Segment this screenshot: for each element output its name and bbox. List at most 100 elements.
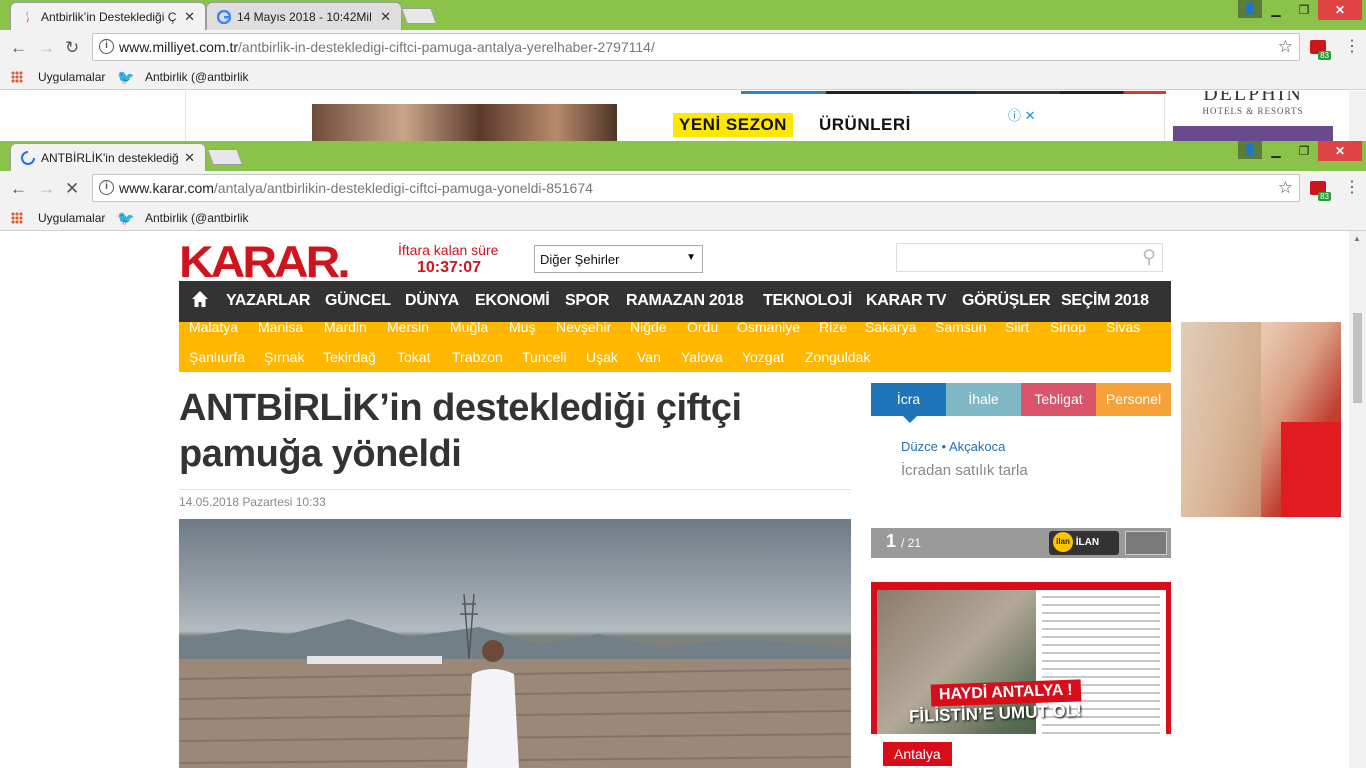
city-link[interactable]: Sinop [1050,322,1086,335]
city-link[interactable]: Samsun [935,322,986,335]
tab-tebligat[interactable]: Tebligat [1021,383,1096,416]
nav-yazarlar[interactable]: YAZARLAR [226,292,310,310]
city-link[interactable]: Yalova [681,349,723,365]
city-link[interactable]: Tunceli [522,349,567,365]
city-link[interactable]: Manisa [258,322,303,335]
nav-spor[interactable]: SPOR [565,292,609,310]
article-photo[interactable] [179,519,851,768]
city-link[interactable]: Tokat [397,349,430,365]
nav-teknoloji[interactable]: TEKNOLOJİ [763,292,852,310]
forward-arrow-icon[interactable]: → [38,38,55,58]
city-link[interactable]: Osmaniye [737,322,800,335]
nav-guncel[interactable]: GÜNCEL [325,292,391,310]
chrome-menu-icon[interactable]: ⋮ [1344,36,1360,56]
city-link[interactable]: Tekirdağ [323,349,376,365]
front-tab-karar[interactable]: ANTBİRLİK'in desteklediğ ✕ [10,143,206,171]
home-icon[interactable] [191,290,209,308]
bookmark-star-icon[interactable]: ☆ [1278,37,1293,57]
city-link[interactable]: Muş [509,322,535,335]
close-tab-icon[interactable]: ✕ [184,150,195,166]
restore-icon[interactable]: ❐ [1290,141,1318,161]
back-arrow-icon[interactable]: ← [10,179,27,199]
bik-logo-icon[interactable] [1125,531,1167,555]
ilan-title[interactable]: İcradan satılık tarla [901,462,1028,479]
chrome-menu-icon[interactable]: ⋮ [1344,177,1360,197]
back-tab-google[interactable]: 14 Mayıs 2018 - 10:42Mil ✕ [206,2,402,30]
bookmark-apps[interactable]: Uygulamalar [38,211,105,225]
ilan-gov-logo[interactable]: ilan İLAN GOV.TR [1049,531,1119,572]
city-select[interactable]: Diğer Şehirler ▼ [534,245,703,273]
new-tab-button[interactable] [401,8,437,24]
city-link[interactable]: Şırnak [264,349,304,365]
minimize-icon[interactable]: ▁ [1262,141,1290,161]
back-scrollbar[interactable] [1349,91,1366,141]
apps-grid-icon[interactable] [11,71,23,83]
scrollbar-thumb[interactable] [1353,313,1362,403]
antalya-tag[interactable]: Antalya [882,741,953,767]
bookmark-star-icon[interactable]: ☆ [1278,178,1293,198]
city-link[interactable]: Siirt [1005,322,1029,335]
stop-loading-icon[interactable]: ✕ [65,179,79,199]
city-link[interactable]: Nevşehir [556,322,611,335]
bookmark-antbirlik[interactable]: Antbirlik (@antbirlik [145,211,253,225]
apps-grid-icon[interactable] [11,212,23,224]
close-tab-icon[interactable]: ✕ [380,9,391,25]
page-scrollbar[interactable]: ▲ [1349,231,1366,768]
nav-gorusler[interactable]: GÖRÜŞLER [962,292,1051,310]
site-info-icon[interactable]: i [99,39,114,54]
address-bar[interactable]: i www.karar.com/antalya/antbirlikin-dest… [92,174,1300,202]
forward-arrow-icon[interactable]: → [38,179,55,199]
bookmark-antbirlik[interactable]: Antbirlik (@antbirlik [145,70,253,84]
back-tab-milliyet[interactable]: Antbirlik’in Desteklediği Ç ✕ [10,2,206,30]
ad-banner[interactable]: YENİ SEZON ÜRÜNLERİ ⓘ ✕ [185,91,1166,141]
city-link[interactable]: Sakarya [865,322,916,335]
extension-icon[interactable]: 83 [1309,38,1331,60]
city-link[interactable]: Şanlıurfa [189,349,245,365]
city-link[interactable]: Trabzon [452,349,503,365]
city-link[interactable]: Rize [819,322,847,335]
city-link[interactable]: Zonguldak [805,349,870,365]
restore-icon[interactable]: ❐ [1290,0,1318,20]
profile-icon[interactable]: 👤 [1238,141,1262,159]
extension-icon[interactable]: 83 [1309,179,1331,201]
nav-karar-tv[interactable]: KARAR TV [866,292,947,310]
city-link[interactable]: Yozgat [742,349,784,365]
city-link[interactable]: Muğla [450,322,488,335]
nav-secim[interactable]: SEÇİM 2018 [1061,292,1149,310]
tab-icra[interactable]: İcra [871,383,946,423]
city-link[interactable]: Ordu [687,322,718,335]
profile-icon[interactable]: 👤 [1238,0,1262,18]
delphin-ad[interactable]: DELPHIN HOTELS & RESORTS [1173,91,1333,141]
search-input[interactable]: ⚲ [896,243,1163,272]
new-tab-button[interactable] [207,149,243,165]
city-link[interactable]: Uşak [586,349,618,365]
side-ad[interactable] [1181,322,1341,517]
city-link[interactable]: Mersin [387,322,429,335]
city-link[interactable]: Malatya [189,322,238,335]
address-bar[interactable]: i www.milliyet.com.tr/antbirlik-in-deste… [92,33,1300,61]
ilan-location[interactable]: Düzce • Akçakoca [901,439,1005,454]
site-info-icon[interactable]: i [99,180,114,195]
scroll-up-icon[interactable]: ▲ [1353,234,1361,243]
haydi-antalya-ad[interactable]: HAYDİ ANTALYA ! FİLİSTİN’E UMUT OL! [871,582,1171,754]
tab-ihale[interactable]: İhale [946,383,1021,416]
city-link[interactable]: Sivas [1106,322,1140,335]
bookmark-apps[interactable]: Uygulamalar [38,70,105,84]
tab-personel[interactable]: Personel [1096,383,1171,416]
city-link[interactable]: Van [637,349,661,365]
nav-ramazan[interactable]: RAMAZAN 2018 [626,292,744,310]
adchoices-icon[interactable]: ⓘ ✕ [1008,105,1036,124]
search-icon[interactable]: ⚲ [1142,246,1156,269]
minimize-icon[interactable]: ▁ [1262,0,1290,20]
pager-total: / 21 [901,536,922,550]
window-close-icon[interactable]: ✕ [1318,0,1362,20]
reload-icon[interactable]: ↻ [65,38,79,58]
nav-dunya[interactable]: DÜNYA [405,292,459,310]
window-close-icon[interactable]: ✕ [1318,141,1362,161]
nav-ekonomi[interactable]: EKONOMİ [475,292,550,310]
city-link[interactable]: Mardin [324,322,367,335]
divider [179,489,851,490]
back-arrow-icon[interactable]: ← [10,38,27,58]
city-link[interactable]: Niğde [630,322,667,335]
close-tab-icon[interactable]: ✕ [184,9,195,25]
